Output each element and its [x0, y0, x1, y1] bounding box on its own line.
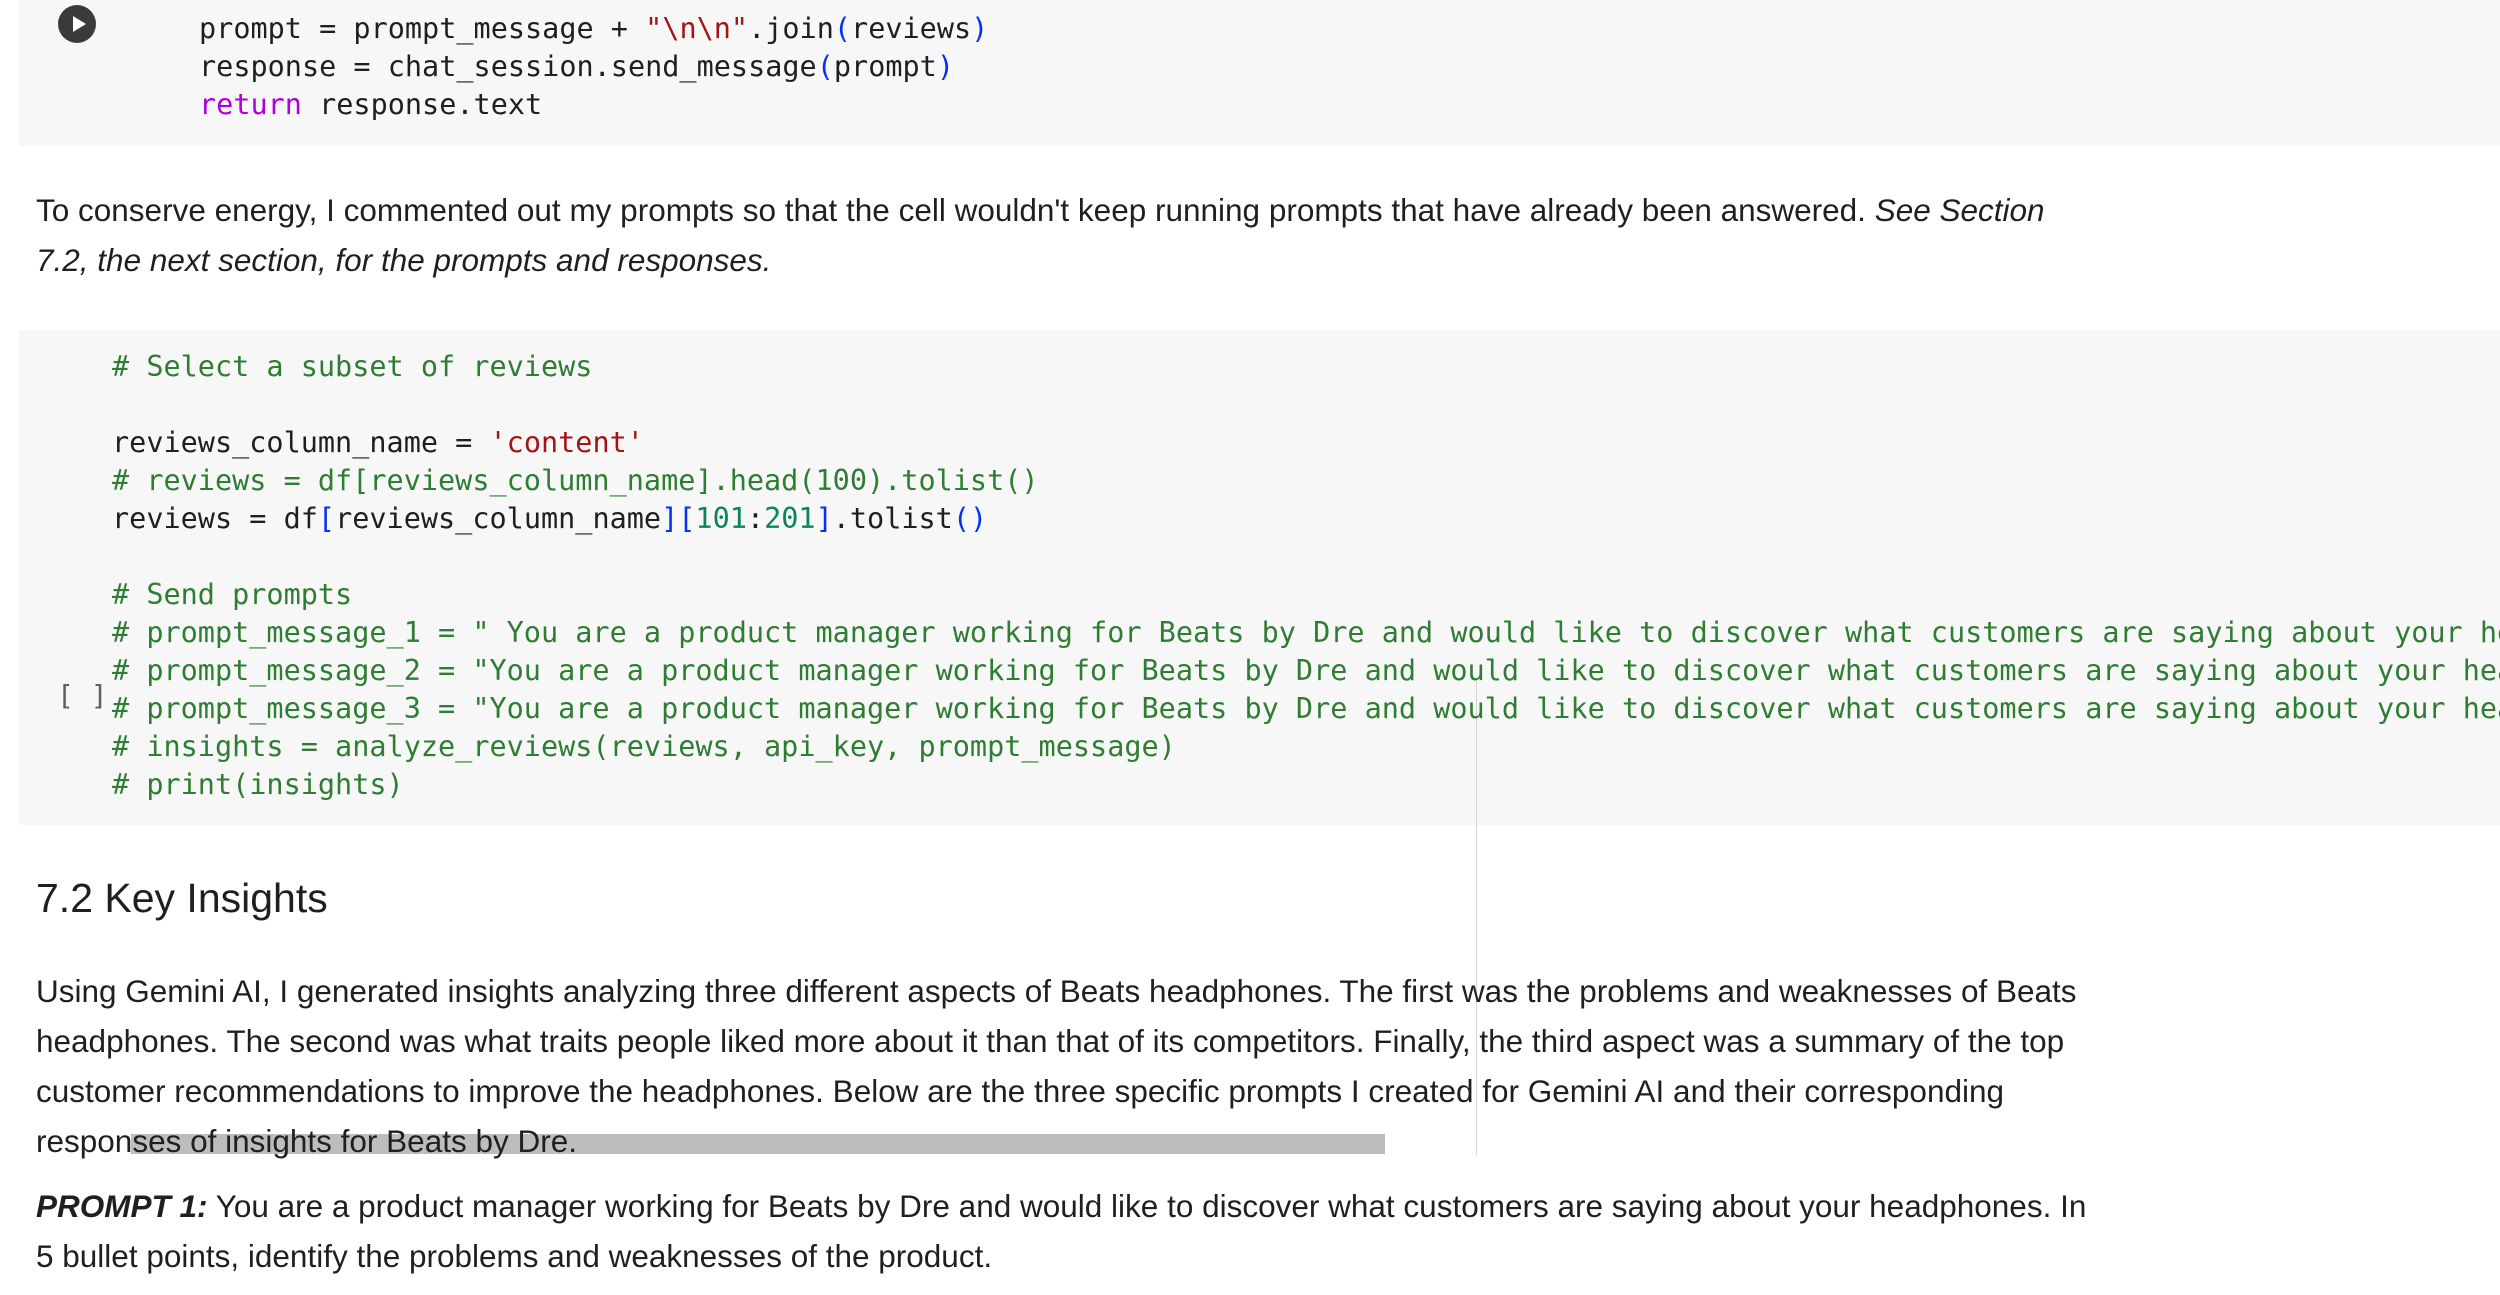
code-line: # prompt_message_1 = " You are a product… — [112, 616, 2500, 649]
notebook-page: prompt = prompt_message + "\n\n".join(re… — [0, 0, 2500, 1295]
code-cell-analyze-reviews[interactable]: prompt = prompt_message + "\n\n".join(re… — [19, 0, 2500, 146]
code-line: # Send prompts — [112, 578, 353, 611]
code-line: # print(insights) — [112, 768, 404, 801]
prompt-label: PROMPT 1: — [36, 1188, 208, 1224]
code-line: # prompt_message_2 = "You are a product … — [112, 654, 2500, 687]
code-line: reviews = df[reviews_column_name][101:20… — [112, 502, 988, 535]
execution-count: [ ] — [57, 679, 108, 712]
code-line: # reviews = df[reviews_column_name].head… — [112, 464, 1039, 497]
markdown-text-prompt-1: PROMPT 1: You are a product manager work… — [36, 1181, 2096, 1281]
code-editor[interactable]: # Select a subset of reviews reviews_colu… — [112, 348, 2500, 804]
code-line: response = chat_session.send_message(pro… — [199, 50, 955, 83]
section-heading: 7.2 Key Insights — [36, 875, 328, 921]
code-line: # Select a subset of reviews — [112, 350, 593, 383]
code-line: # prompt_message_3 = "You are a product … — [112, 692, 2500, 725]
markdown-text-conserve-energy: To conserve energy, I commented out my p… — [36, 185, 2096, 285]
code-line: prompt = prompt_message + "\n\n".join(re… — [199, 12, 989, 45]
run-cell-icon[interactable] — [58, 5, 96, 43]
code-editor[interactable]: prompt = prompt_message + "\n\n".join(re… — [199, 10, 988, 124]
markdown-text-insights-intro: Using Gemini AI, I generated insights an… — [36, 973, 2077, 1159]
text-normal: To conserve energy, I commented out my p… — [36, 192, 1875, 228]
code-line: # insights = analyze_reviews(reviews, ap… — [112, 730, 1176, 763]
code-line: reviews_column_name = 'content' — [112, 426, 644, 459]
prompt-body: You are a product manager working for Be… — [36, 1188, 2087, 1274]
code-line: return response.text — [199, 88, 543, 121]
